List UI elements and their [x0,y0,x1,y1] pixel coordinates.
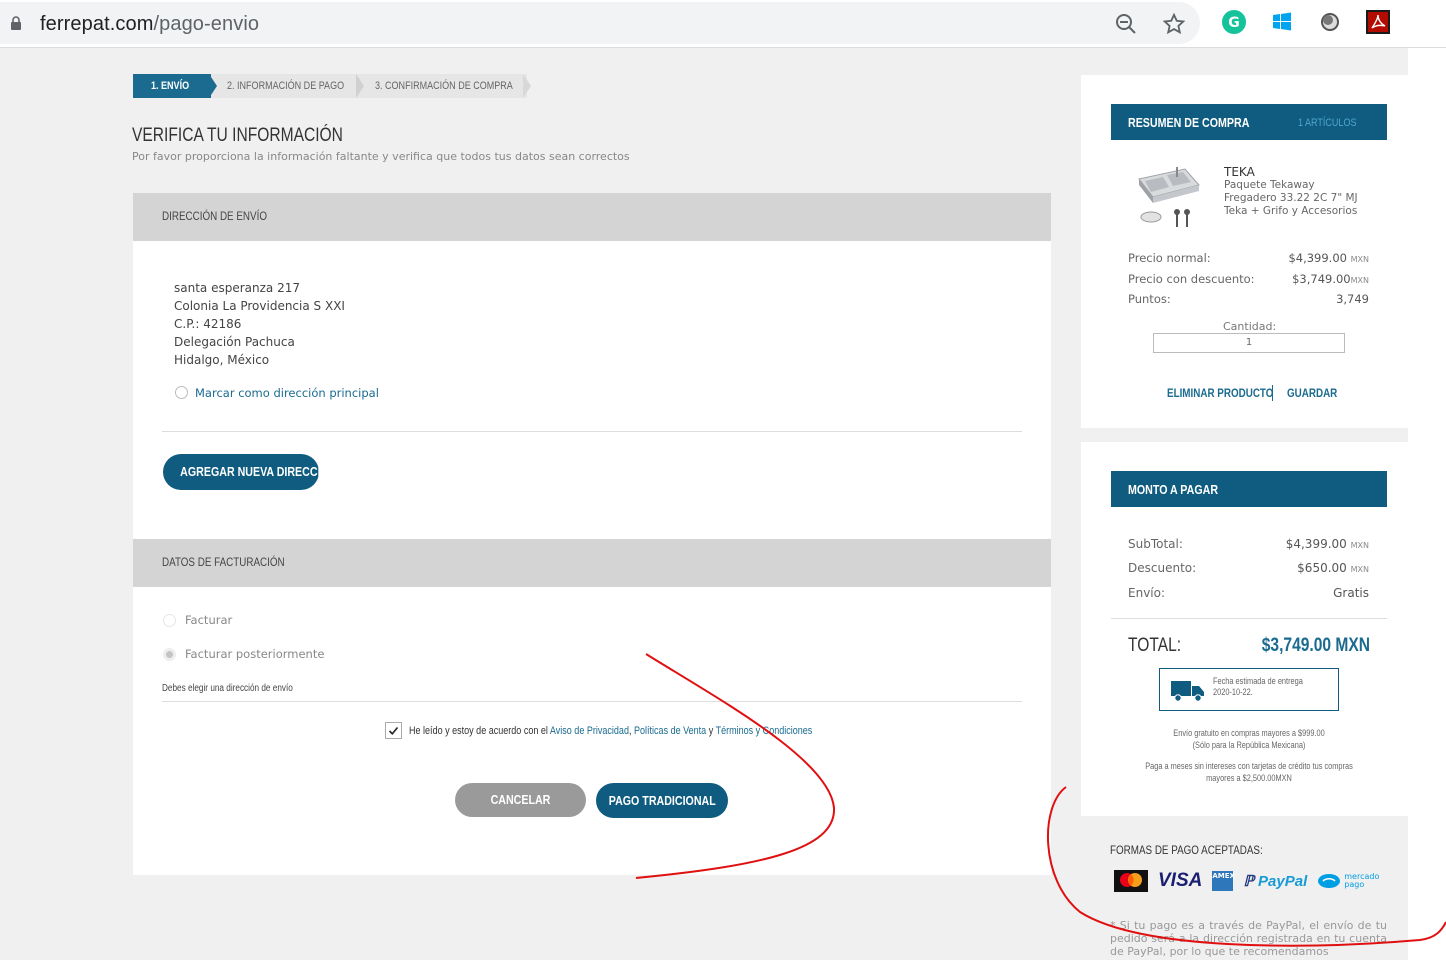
svg-text:G: G [1228,15,1240,31]
visa-icon: VISA [1158,870,1203,891]
quantity-label: Cantidad: [1223,320,1277,333]
amex-icon: AMEX [1212,871,1235,891]
zoom-out-icon[interactable] [1114,12,1138,36]
total-value: $3,749.00 MXN [1261,635,1370,656]
divider [162,701,1022,702]
shipping-cost-row: Envío: Gratis [1128,586,1369,600]
amount-to-pay: MONTO A PAGAR SubTotal: $4,399.00 MXN De… [1081,442,1408,816]
step-arrow-3 [523,74,531,98]
step-arrow-1 [209,74,217,98]
address-line: Colonia La Providencia S XXI [174,299,345,313]
address-line: Hidalgo, México [174,353,270,367]
price-discount-row: Precio con descuento: $3,749.00MXN [1128,272,1369,286]
subtotal-row: SubTotal: $4,399.00 MXN [1128,537,1369,551]
windows-icon[interactable] [1270,10,1294,34]
paypal-icon: ℙ PayPal [1243,873,1308,890]
divider [1111,618,1387,619]
payment-methods-title: FORMAS DE PAGO ACEPTADAS: [1110,843,1263,857]
privacy-link[interactable]: Aviso de Privacidad [550,725,629,737]
points-row: Puntos: 3,749 [1128,292,1369,306]
checkout-steps: 1. ENVÍO 2. INFORMACIÓN DE PAGO 3. CONFI… [133,74,527,98]
mercado-pago-icon: mercado pago [1317,873,1379,889]
checkout-form: DIRECCIÓN DE ENVÍO santa esperanza 217 C… [133,193,1051,875]
total-label: TOTAL: [1128,635,1182,656]
shipping-address: santa esperanza 217 Colonia La Providenc… [174,279,345,369]
purchase-summary: RESUMEN DE COMPRA 1 ARTÍCULOS TEKA Paque… [1081,75,1408,428]
delivery-estimate: Fecha estimada de entrega 2020-10-22. [1159,668,1339,711]
checkmark-icon [388,726,399,735]
billing-section-header: DATOS DE FACTURACIÓN [133,539,1051,587]
terms-checkbox[interactable] [385,722,402,739]
product-brand: TEKA [1224,165,1255,179]
shipping-warning: Debes elegir una dirección de envío [162,683,293,694]
terms-link[interactable]: Términos y Condiciones [716,725,813,737]
url-text[interactable]: ferrepat.com/pago-envio [40,13,259,36]
cancel-button[interactable]: CANCELAR [455,783,586,817]
address-line: Delegación Pachuca [174,335,295,349]
grammarly-icon[interactable]: G [1222,10,1246,34]
address-line: santa esperanza 217 [174,281,300,295]
add-address-button[interactable]: AGREGAR NUEVA DIRECCIÓN [163,454,337,490]
mastercard-icon [1114,870,1148,892]
divider [162,431,1022,432]
invoice-later-radio[interactable] [163,648,176,661]
page-title: VERIFICA TU INFORMACIÓN [132,125,343,146]
step-confirmacion[interactable]: 3. CONFIRMACIÓN DE COMPRA [359,74,527,98]
paypal-note: * Si tu pago es a través de PayPal, el e… [1110,919,1387,958]
quantity-input[interactable]: 1 [1153,333,1345,353]
page-edge [1408,48,1446,960]
traditional-payment-button[interactable]: PAGO TRADICIONAL [596,783,728,818]
product-name[interactable]: Paquete Tekaway Fregadero 33.22 2C 7" MJ… [1224,179,1364,218]
shipping-section-header: DIRECCIÓN DE ENVÍO [133,193,1051,241]
invoice-radio[interactable] [163,614,176,627]
free-shipping-note: Envío gratuito en compras mayores a $999… [1173,728,1325,750]
page-subtitle: Por favor proporciona la información fal… [132,150,630,163]
invoice-label[interactable]: Facturar [185,613,232,627]
address-line: C.P.: 42186 [174,317,242,331]
amount-header: MONTO A PAGAR [1111,471,1387,507]
address-bar[interactable]: ferrepat.com/pago-envio [0,2,1200,44]
sales-policy-link[interactable]: Políticas de Venta [634,725,706,737]
extension-circle-icon[interactable] [1318,10,1342,34]
step-informacion-pago[interactable]: 2. INFORMACIÓN DE PAGO [211,74,359,98]
invoice-later-label[interactable]: Facturar posteriormente [185,647,324,661]
msi-note: Paga a meses sin intereses con tarjetas … [1145,761,1353,783]
mark-principal-label[interactable]: Marcar como dirección principal [195,386,379,400]
step-envio[interactable]: 1. ENVÍO [133,74,211,98]
step-arrow-2 [356,74,364,98]
payment-logos: VISA AMEX ℙ PayPal mercado pago [1114,868,1379,894]
mark-principal-radio[interactable] [175,386,188,399]
lock-icon [11,16,21,30]
truck-icon [1171,681,1204,702]
acrobat-icon[interactable] [1366,10,1390,34]
discount-row: Descuento: $650.00 MXN [1128,561,1369,575]
price-normal-row: Precio normal: $4,399.00 MXN [1128,251,1369,265]
browser-toolbar: ferrepat.com/pago-envio G [0,0,1446,48]
product-image [1138,167,1200,227]
separator [1272,385,1273,401]
remove-product-link[interactable]: ELIMINAR PRODUCTO [1167,386,1297,400]
terms-text: He leído y estoy de acuerdo con el Aviso… [409,725,813,737]
star-icon[interactable] [1162,12,1186,36]
save-product-link[interactable]: GUARDAR [1287,386,1348,400]
summary-header: RESUMEN DE COMPRA 1 ARTÍCULOS [1111,104,1387,140]
